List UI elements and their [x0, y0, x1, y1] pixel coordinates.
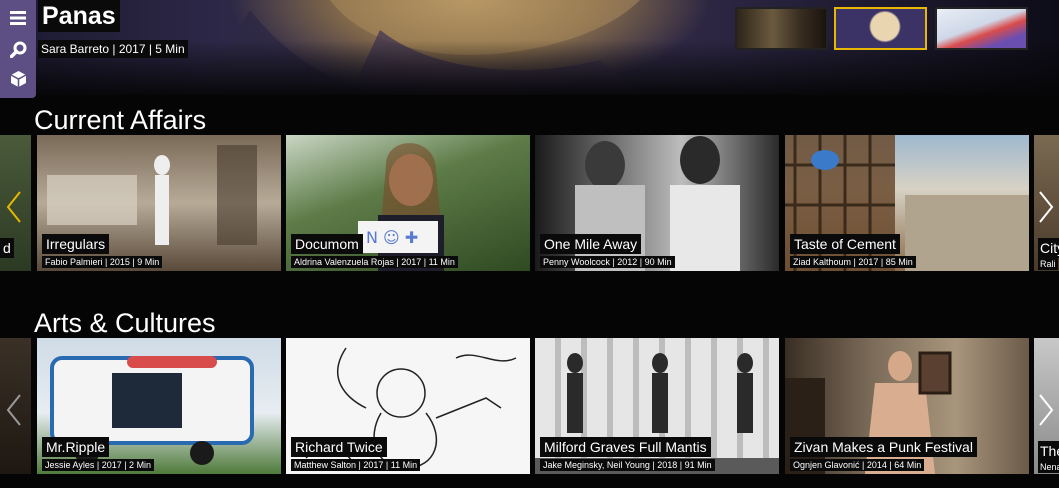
- chevron-left-icon: [6, 191, 21, 223]
- chevron-right-icon: [1039, 191, 1054, 223]
- menu-icon: [10, 11, 26, 25]
- card-one-mile-away[interactable]: One Mile Away Penny Woolcock | 2012 | 90…: [535, 135, 779, 271]
- search-button[interactable]: [9, 40, 27, 58]
- card-meta: Jessie Ayles | 2017 | 2 Min: [42, 459, 155, 471]
- card-title: Irregulars: [42, 234, 110, 254]
- chevron-left-icon: [6, 394, 21, 426]
- card-mr-ripple[interactable]: Mr.Ripple Jessie Ayles | 2017 | 2 Min: [37, 338, 281, 474]
- card-meta: Ziad Kalthoum | 2017 | 85 Min: [790, 256, 916, 268]
- featured-thumb-1[interactable]: [735, 7, 828, 50]
- card-title: Zivan Makes a Punk Festival: [790, 437, 977, 457]
- carousel-next-button[interactable]: [1034, 390, 1058, 430]
- carousel-prev-button[interactable]: [2, 187, 26, 227]
- card-irregulars[interactable]: Irregulars Fabio Palmieri | 2015 | 9 Min: [37, 135, 281, 271]
- carousel-arts-cultures: Mr.Ripple Jessie Ayles | 2017 | 2 Min Ri…: [0, 338, 1059, 474]
- card-meta: Ognjen Glavonić | 2014 | 64 Min: [790, 459, 925, 471]
- section-title-arts-cultures: Arts & Cultures: [34, 308, 216, 338]
- box-icon: [10, 71, 26, 87]
- featured-thumb-3[interactable]: [935, 7, 1028, 50]
- card-meta: Penny Woolcock | 2012 | 90 Min: [540, 256, 675, 268]
- menu-button[interactable]: [9, 9, 27, 27]
- carousel-prev-button[interactable]: [2, 390, 26, 430]
- svg-text:N ☺ ✚: N ☺ ✚: [366, 228, 418, 247]
- sidebar: [0, 0, 36, 98]
- search-icon: [9, 41, 26, 58]
- card-milford-graves[interactable]: Milford Graves Full Mantis Jake Meginsky…: [535, 338, 779, 474]
- card-meta: Fabio Palmieri | 2015 | 9 Min: [42, 256, 163, 268]
- card-zivan-punk-festival[interactable]: Zivan Makes a Punk Festival Ognjen Glavo…: [785, 338, 1029, 474]
- carousel-next-button[interactable]: [1034, 187, 1058, 227]
- chevron-right-icon: [1039, 394, 1054, 426]
- carousel-current-affairs: d Irregulars Fabio Palmieri | 2015 | 9 M…: [0, 135, 1059, 271]
- card-meta: Matthew Salton | 2017 | 11 Min: [291, 459, 421, 471]
- card-title: Richard Twice: [291, 437, 387, 457]
- card-meta: Aldrina Valenzuela Rojas | 2017 | 11 Min: [291, 256, 458, 268]
- card-title: One Mile Away: [540, 234, 642, 254]
- featured-title: Panas: [38, 0, 120, 32]
- card-title: Taste of Cement: [790, 234, 900, 254]
- card-richard-twice[interactable]: Richard Twice Matthew Salton | 2017 | 11…: [286, 338, 530, 474]
- collection-button[interactable]: [9, 70, 27, 88]
- card-taste-of-cement[interactable]: Taste of Cement Ziad Kalthoum | 2017 | 8…: [785, 135, 1029, 271]
- section-title-current-affairs: Current Affairs: [34, 105, 207, 135]
- card-title: Documom: [291, 234, 363, 254]
- featured-thumb-2[interactable]: [834, 7, 927, 50]
- card-title: Mr.Ripple: [42, 437, 110, 457]
- card-documom[interactable]: N ☺ ✚ Documom Aldrina Valenzuela Rojas |…: [286, 135, 530, 271]
- card-meta: Jake Meginsky, Neil Young | 2018 | 91 Mi…: [540, 459, 715, 471]
- featured-meta: Sara Barreto | 2017 | 5 Min: [38, 40, 188, 58]
- card-title: Milford Graves Full Mantis: [540, 437, 711, 457]
